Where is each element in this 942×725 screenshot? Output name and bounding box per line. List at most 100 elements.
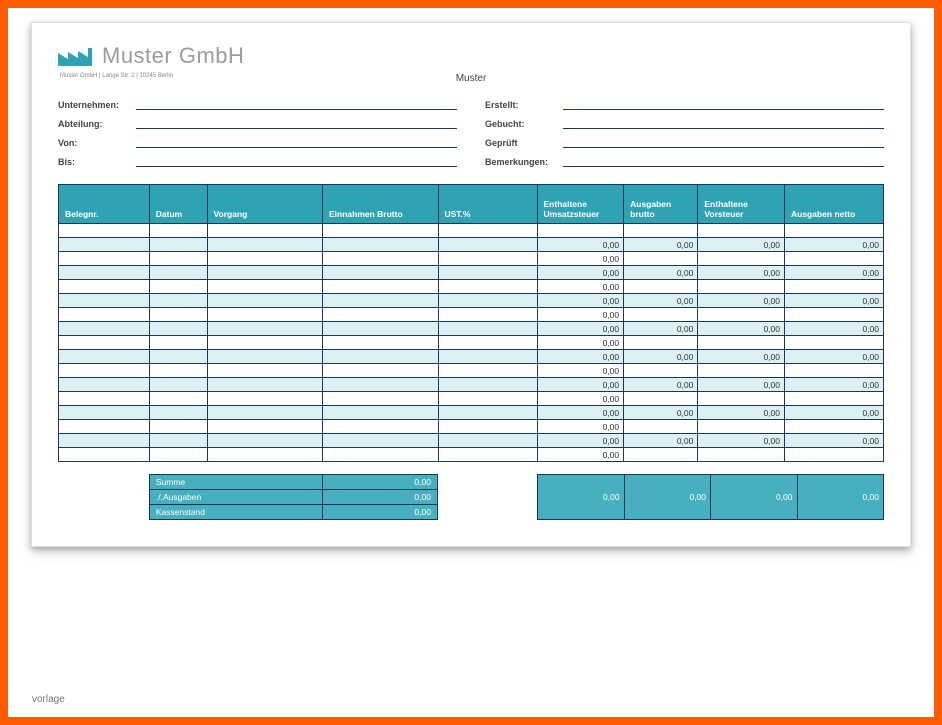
- table-cell[interactable]: [207, 350, 323, 364]
- table-cell[interactable]: [149, 322, 207, 336]
- table-cell[interactable]: [698, 392, 785, 406]
- table-cell[interactable]: [624, 448, 698, 462]
- table-cell[interactable]: [59, 252, 150, 266]
- table-cell[interactable]: [438, 238, 537, 252]
- table-cell[interactable]: [59, 378, 150, 392]
- table-cell[interactable]: [207, 448, 323, 462]
- table-cell[interactable]: 0,00: [698, 406, 785, 420]
- table-cell[interactable]: [438, 420, 537, 434]
- table-cell[interactable]: [59, 266, 150, 280]
- table-cell[interactable]: [323, 434, 439, 448]
- table-cell[interactable]: [698, 252, 785, 266]
- table-cell[interactable]: [59, 392, 150, 406]
- table-cell[interactable]: [323, 252, 439, 266]
- table-cell[interactable]: [698, 420, 785, 434]
- table-cell[interactable]: [149, 406, 207, 420]
- table-cell[interactable]: 0,00: [537, 448, 624, 462]
- table-cell[interactable]: [438, 406, 537, 420]
- table-cell[interactable]: [207, 336, 323, 350]
- table-cell[interactable]: [207, 322, 323, 336]
- table-cell[interactable]: [59, 434, 150, 448]
- table-cell[interactable]: [438, 322, 537, 336]
- meta-input-line[interactable]: [136, 146, 457, 148]
- table-cell[interactable]: [438, 252, 537, 266]
- table-cell[interactable]: [323, 420, 439, 434]
- table-cell[interactable]: 0,00: [785, 266, 884, 280]
- table-cell[interactable]: [785, 224, 884, 238]
- table-cell[interactable]: [537, 224, 624, 238]
- table-cell[interactable]: [323, 350, 439, 364]
- table-cell[interactable]: 0,00: [785, 378, 884, 392]
- meta-input-line[interactable]: [563, 146, 884, 148]
- table-cell[interactable]: [698, 280, 785, 294]
- table-cell[interactable]: [624, 308, 698, 322]
- table-cell[interactable]: 0,00: [698, 378, 785, 392]
- table-cell[interactable]: [438, 294, 537, 308]
- table-cell[interactable]: [323, 448, 439, 462]
- table-cell[interactable]: [624, 280, 698, 294]
- table-cell[interactable]: [59, 420, 150, 434]
- table-cell[interactable]: [149, 364, 207, 378]
- table-cell[interactable]: [323, 364, 439, 378]
- table-cell[interactable]: [207, 294, 323, 308]
- table-cell[interactable]: [59, 224, 150, 238]
- table-cell[interactable]: [207, 364, 323, 378]
- table-cell[interactable]: [323, 224, 439, 238]
- table-cell[interactable]: [785, 336, 884, 350]
- table-cell[interactable]: [698, 308, 785, 322]
- table-cell[interactable]: [323, 266, 439, 280]
- table-cell[interactable]: [323, 238, 439, 252]
- table-cell[interactable]: 0,00: [537, 406, 624, 420]
- table-cell[interactable]: [59, 294, 150, 308]
- table-cell[interactable]: 0,00: [698, 434, 785, 448]
- table-cell[interactable]: [207, 434, 323, 448]
- table-cell[interactable]: 0,00: [624, 322, 698, 336]
- table-cell[interactable]: 0,00: [537, 294, 624, 308]
- table-cell[interactable]: 0,00: [624, 238, 698, 252]
- table-cell[interactable]: [207, 378, 323, 392]
- table-cell[interactable]: [624, 224, 698, 238]
- table-cell[interactable]: [207, 252, 323, 266]
- meta-input-line[interactable]: [136, 165, 457, 167]
- table-cell[interactable]: [207, 266, 323, 280]
- table-cell[interactable]: [59, 336, 150, 350]
- table-cell[interactable]: [207, 420, 323, 434]
- table-cell[interactable]: 0,00: [698, 322, 785, 336]
- table-cell[interactable]: [59, 406, 150, 420]
- table-cell[interactable]: [59, 364, 150, 378]
- table-cell[interactable]: [149, 238, 207, 252]
- table-cell[interactable]: [323, 406, 439, 420]
- table-cell[interactable]: [785, 420, 884, 434]
- table-cell[interactable]: [149, 434, 207, 448]
- table-cell[interactable]: [207, 392, 323, 406]
- table-cell[interactable]: [207, 308, 323, 322]
- table-cell[interactable]: [438, 308, 537, 322]
- table-cell[interactable]: [59, 350, 150, 364]
- table-cell[interactable]: 0,00: [785, 434, 884, 448]
- table-cell[interactable]: 0,00: [698, 294, 785, 308]
- table-cell[interactable]: 0,00: [624, 378, 698, 392]
- table-cell[interactable]: [149, 336, 207, 350]
- table-cell[interactable]: [785, 392, 884, 406]
- table-cell[interactable]: 0,00: [537, 266, 624, 280]
- table-cell[interactable]: [149, 252, 207, 266]
- table-cell[interactable]: [698, 364, 785, 378]
- table-cell[interactable]: [149, 392, 207, 406]
- table-cell[interactable]: 0,00: [785, 350, 884, 364]
- table-cell[interactable]: [438, 266, 537, 280]
- table-cell[interactable]: 0,00: [698, 266, 785, 280]
- table-cell[interactable]: [149, 224, 207, 238]
- table-cell[interactable]: 0,00: [624, 266, 698, 280]
- meta-input-line[interactable]: [563, 108, 884, 110]
- table-cell[interactable]: [438, 434, 537, 448]
- table-cell[interactable]: [149, 266, 207, 280]
- table-cell[interactable]: [149, 280, 207, 294]
- table-cell[interactable]: [438, 280, 537, 294]
- table-cell[interactable]: [59, 238, 150, 252]
- table-cell[interactable]: [149, 420, 207, 434]
- table-cell[interactable]: 0,00: [537, 392, 624, 406]
- table-cell[interactable]: [624, 420, 698, 434]
- table-cell[interactable]: [323, 378, 439, 392]
- meta-input-line[interactable]: [136, 108, 457, 110]
- table-cell[interactable]: 0,00: [785, 238, 884, 252]
